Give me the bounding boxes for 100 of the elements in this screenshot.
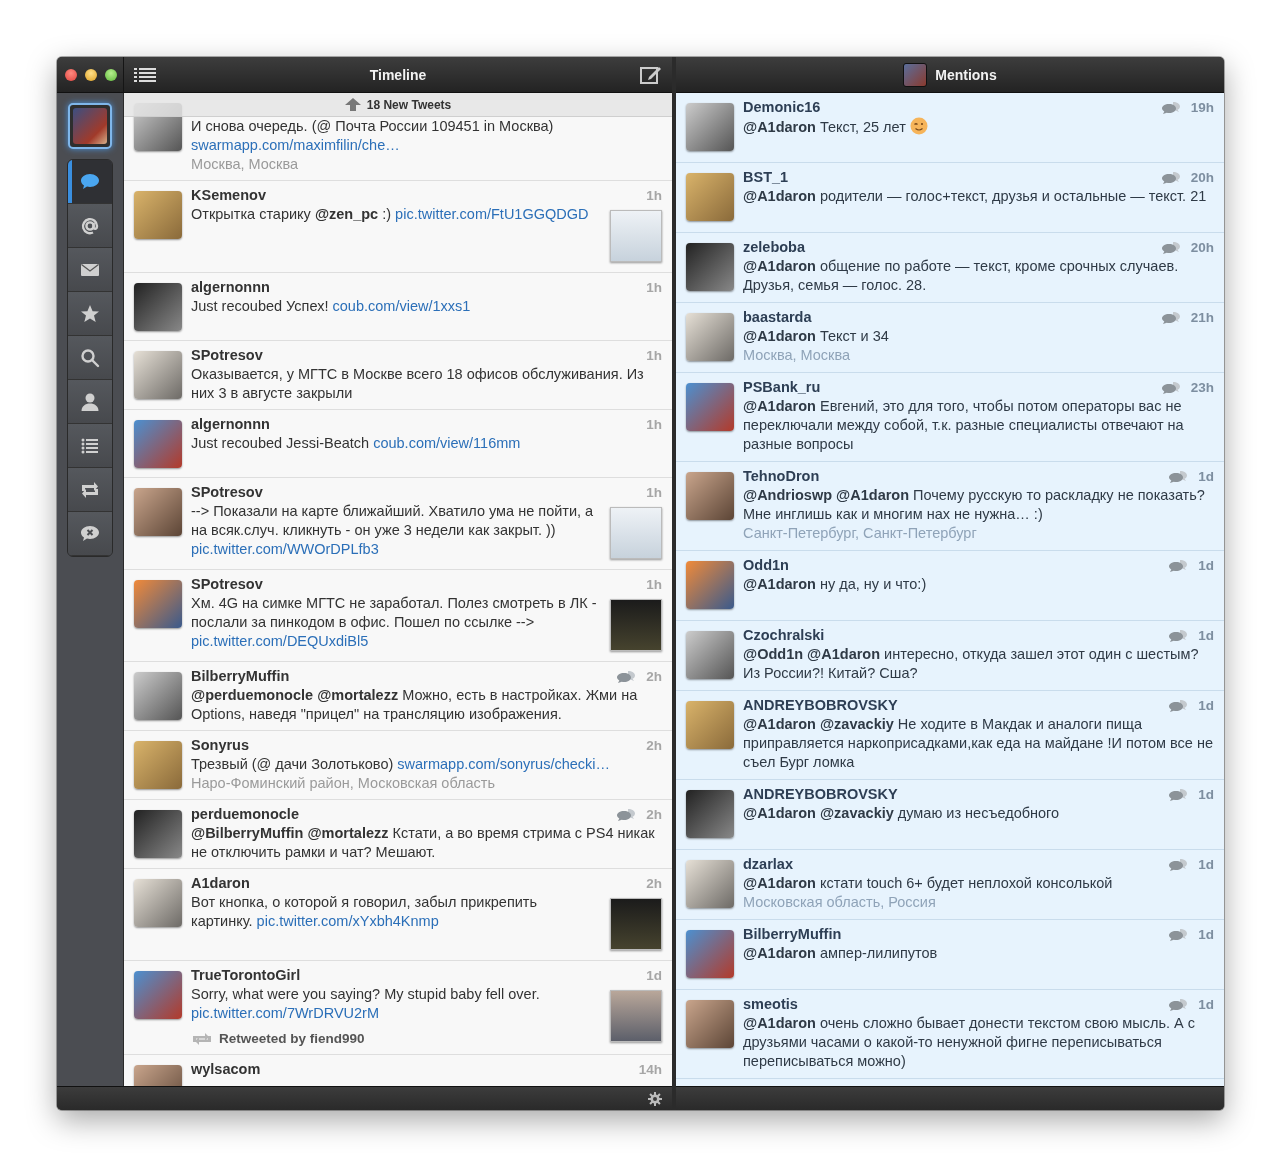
user-name[interactable]: algernonnn: [191, 278, 270, 297]
avatar-photo[interactable]: [134, 488, 182, 536]
link[interactable]: pic.twitter.com/DEQUxdiBl5: [191, 633, 369, 649]
user-name[interactable]: ANDREYBOBROVSKY: [743, 696, 898, 715]
sidebar-tab[interactable]: [68, 204, 112, 248]
user-name[interactable]: dzarlax: [743, 855, 793, 874]
photo-thumbnail[interactable]: [610, 507, 662, 559]
avatar-photo[interactable]: [686, 472, 734, 520]
user-name[interactable]: ANDREYBOBROVSKY: [743, 785, 898, 804]
avatar-photo[interactable]: [686, 243, 734, 291]
avatar-photo[interactable]: [686, 103, 734, 151]
sidebar-tab[interactable]: [68, 424, 112, 468]
tweet-text: Трезвый (@ дачи Золотьково) swarmapp.com/sonyrus/checki…: [191, 755, 612, 774]
user-name[interactable]: perduemonocle: [191, 805, 299, 824]
avatar-photo[interactable]: [134, 672, 182, 720]
photo-thumbnail[interactable]: [610, 210, 662, 262]
tweet-text: Just recoubed Jessi-Beatch coub.com/view/116mm: [191, 434, 522, 453]
account-avatar-button[interactable]: [68, 103, 112, 149]
tweet-time: 1h: [646, 279, 662, 297]
user-name[interactable]: TrueTorontoGirl: [191, 966, 301, 985]
user-name[interactable]: wylsacom: [191, 1060, 261, 1079]
avatar-photo[interactable]: [686, 631, 734, 679]
list-icon[interactable]: [134, 67, 156, 83]
photo-thumbnail[interactable]: [610, 898, 662, 950]
avatar-photo[interactable]: [134, 580, 182, 628]
sidebar-tab[interactable]: [68, 380, 112, 424]
avatar-photo[interactable]: [134, 191, 182, 239]
link[interactable]: coub.com/view/1xxs1: [332, 298, 471, 314]
sidebar-tab[interactable]: [68, 160, 112, 204]
user-name[interactable]: A1daron: [191, 874, 250, 893]
avatar-photo[interactable]: [134, 351, 182, 399]
avatar-photo[interactable]: [686, 860, 734, 908]
sidebar-tab[interactable]: [68, 468, 112, 512]
tweet-time: 1d: [1198, 468, 1214, 486]
tweet-text: Sorry, what were you saying? My stupid baby fell over. pic.twitter.com/7WrDRVU2rM: [191, 985, 541, 1023]
user-name[interactable]: Demonic16: [743, 98, 821, 117]
tweet-time: 1d: [646, 967, 662, 985]
tweet-text: @perduemonocle @mortalezz Можно, есть в настройках. Жми на Options, наведя "прицел" на трансляцию изображения.: [191, 686, 639, 724]
link[interactable]: coub.com/view/116mm: [373, 435, 521, 451]
user-name[interactable]: BilberryMuffin: [743, 925, 842, 944]
tweet-text: @A1daron очень сложно бывает донести текстом свою мысль. А с друзьями часами о какой-то ненужной фигне переписываться переписываться можно): [743, 1014, 1196, 1071]
user-name[interactable]: SPotresov: [191, 483, 263, 502]
tweet-text: @A1daron @zavackiy думаю из несъедобного: [743, 804, 1061, 823]
avatar-photo[interactable]: [134, 879, 182, 927]
tweet-time: 2h: [646, 737, 662, 755]
user-name[interactable]: BilberryMuffin: [191, 667, 290, 686]
avatar-photo[interactable]: [134, 810, 182, 858]
zoom-button[interactable]: [105, 68, 117, 81]
sidebar-tab[interactable]: [68, 248, 112, 292]
avatar-photo[interactable]: [686, 701, 734, 749]
avatar-photo[interactable]: [686, 790, 734, 838]
user-name[interactable]: PSBank_ru: [743, 378, 821, 397]
user-name[interactable]: Odd1n: [743, 556, 789, 575]
tweet-text: --> Показали на карте ближайший. Хватило ума не пойти, а на всяк.случ. кликнуть - он уже 3 недели как закрыт. )) pic.twitter.com/WWOrDPLfb3: [191, 502, 595, 559]
avatar-photo[interactable]: [686, 173, 734, 221]
link[interactable]: swarmapp.com/maximfilin/che…: [191, 137, 400, 153]
avatar-photo[interactable]: [686, 561, 734, 609]
close-button[interactable]: [65, 68, 77, 81]
photo-thumbnail[interactable]: [610, 990, 662, 1042]
user-name[interactable]: KSemenov: [191, 186, 266, 205]
tweet-location: Москва, Москва: [743, 346, 852, 365]
retweet-icon: [191, 1032, 213, 1046]
avatar-photo[interactable]: [686, 1000, 734, 1048]
tweet-time: 23h: [1190, 379, 1214, 397]
user-name[interactable]: Czochralski: [743, 626, 825, 645]
user-name[interactable]: zeleboba: [743, 238, 806, 257]
tweet-time: 1d: [1198, 557, 1214, 575]
user-name[interactable]: SPotresov: [191, 346, 263, 365]
tweet-text: @A1daron Текст и 34: [743, 327, 890, 346]
link[interactable]: pic.twitter.com/xYxbh4Knmp: [256, 913, 439, 929]
user-name[interactable]: Sonyrus: [191, 736, 249, 755]
settings-icon[interactable]: [648, 1091, 662, 1106]
avatar-photo[interactable]: [134, 283, 182, 331]
new-tweets-banner[interactable]: 18 New Tweets: [124, 93, 672, 117]
tweet-time: 20h: [1190, 239, 1214, 257]
tweet-text: Оказывается, у МГТС в Москве всего 18 офисов обслуживания. Из них 3 в августе закрыли: [191, 365, 645, 403]
user-name[interactable]: smeotis: [743, 995, 798, 1014]
link[interactable]: pic.twitter.com/FtU1GGQDGD: [395, 206, 589, 222]
user-name[interactable]: baastarda: [743, 308, 812, 327]
avatar-photo[interactable]: [134, 741, 182, 789]
user-name[interactable]: SPotresov: [191, 575, 263, 594]
minimize-button[interactable]: [85, 68, 97, 81]
user-name[interactable]: algernonnn: [191, 415, 270, 434]
tweet-location: Наро-Фоминский район, Московская область: [191, 774, 497, 793]
tweet-text: @A1daron Текст, 25 лет: [743, 117, 1214, 137]
sidebar-tab[interactable]: [68, 336, 112, 380]
link[interactable]: pic.twitter.com/WWOrDPLfb3: [191, 541, 379, 557]
tweet-text: @A1daron общение по работе — текст, кроме срочных случаев. Друзья, семья — голос. 28.: [743, 257, 1180, 295]
photo-thumbnail[interactable]: [610, 599, 662, 651]
column-title: Mentions: [935, 66, 997, 83]
link[interactable]: pic.twitter.com/7WrDRVU2rM: [191, 1005, 379, 1021]
tweet-time: 1h: [646, 416, 662, 434]
user-name[interactable]: TehnoDron: [743, 467, 820, 486]
sidebar-tab[interactable]: [68, 292, 112, 336]
column-title: Timeline: [369, 66, 427, 83]
compose-icon[interactable]: [640, 65, 662, 85]
user-name[interactable]: BST_1: [743, 168, 789, 187]
avatar-photo[interactable]: [686, 313, 734, 361]
sidebar-tab[interactable]: [68, 512, 112, 556]
link[interactable]: swarmapp.com/sonyrus/checki…: [397, 756, 611, 772]
